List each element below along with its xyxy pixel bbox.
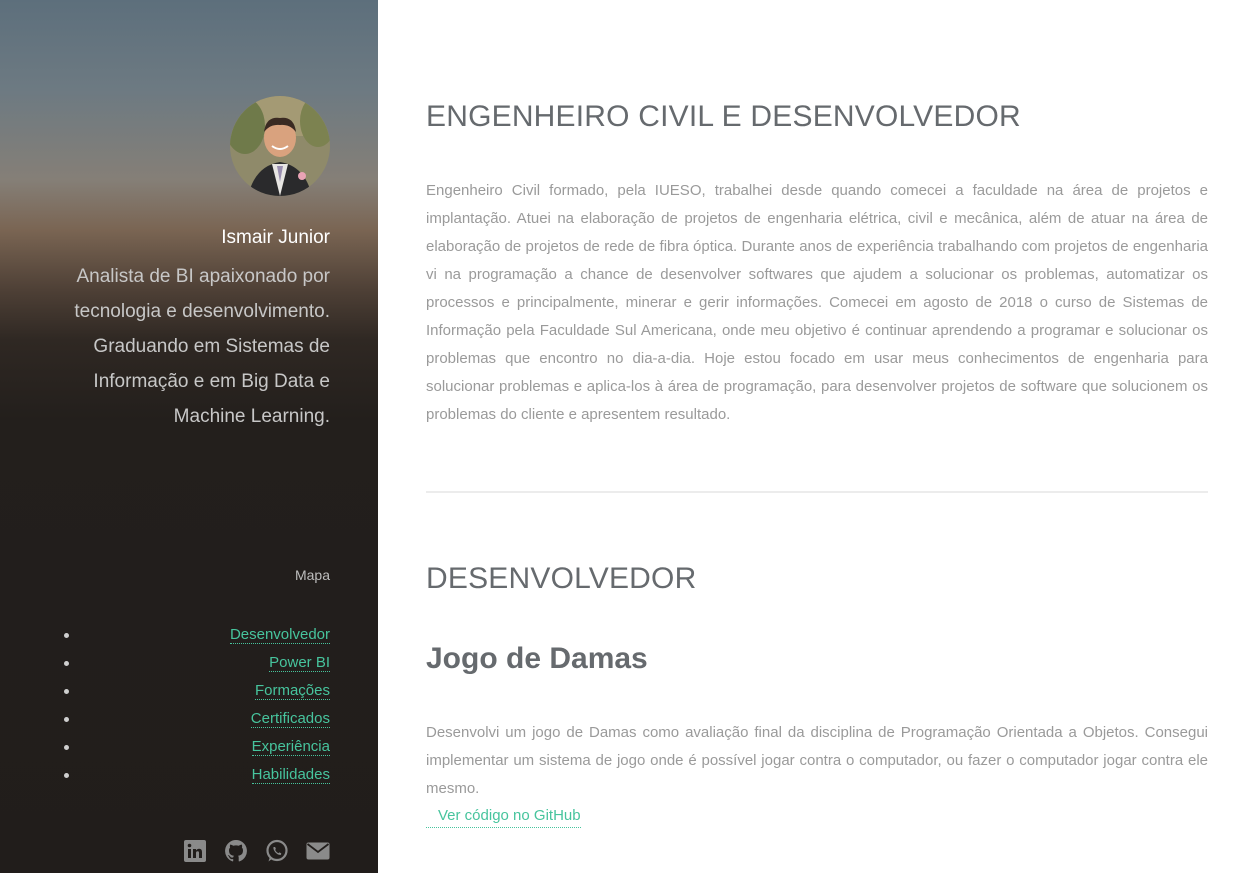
profile-bio: Analista de BI apaixonado por tecnologia… bbox=[74, 266, 330, 427]
nav-item-desenvolvedor: Desenvolvedor bbox=[40, 624, 330, 652]
bullet-icon bbox=[64, 717, 69, 722]
avatar bbox=[230, 96, 330, 196]
nav-link-formacoes[interactable]: Formações bbox=[254, 682, 330, 700]
linkedin-icon[interactable] bbox=[183, 839, 207, 863]
nav-link-desenvolvedor[interactable]: Desenvolvedor bbox=[229, 626, 330, 644]
section-divider bbox=[426, 491, 1208, 493]
developer-title: DESENVOLVEDOR bbox=[426, 562, 697, 595]
github-icon: ​ bbox=[426, 805, 437, 827]
github-link-label: Ver código no GitHub bbox=[438, 807, 581, 824]
email-icon[interactable] bbox=[306, 839, 330, 863]
nav-link-power-bi[interactable]: Power BI bbox=[269, 654, 330, 672]
project-title: Jogo de Damas bbox=[426, 642, 648, 675]
nav-link-habilidades[interactable]: Habilidades bbox=[251, 766, 330, 784]
sidebar: Ismair Junior Analista de BI apaixonado … bbox=[0, 0, 378, 873]
nav-item-power-bi: Power BI bbox=[40, 652, 330, 680]
bullet-icon bbox=[64, 773, 69, 778]
sidebar-nav: Desenvolvedor Power BI Formações Certifi… bbox=[40, 624, 330, 792]
bullet-icon bbox=[64, 661, 69, 666]
profile-name: Ismair Junior bbox=[221, 227, 330, 248]
bullet-icon bbox=[64, 633, 69, 638]
nav-item-experiencia: Experiência bbox=[40, 736, 330, 764]
bullet-icon bbox=[64, 745, 69, 750]
about-title: ENGENHEIRO CIVIL E DESENVOLVEDOR bbox=[426, 100, 1021, 133]
github-link[interactable]: ​Ver código no GitHub bbox=[426, 805, 581, 828]
github-icon[interactable] bbox=[224, 839, 248, 863]
about-text: Engenheiro Civil formado, pela IUESO, tr… bbox=[426, 182, 1208, 423]
nav-link-experiencia[interactable]: Experiência bbox=[251, 738, 330, 756]
map-label: Mapa bbox=[294, 567, 330, 583]
bullet-icon bbox=[64, 689, 69, 694]
nav-item-certificados: Certificados bbox=[40, 708, 330, 736]
nav-item-formacoes: Formações bbox=[40, 680, 330, 708]
nav-link-certificados[interactable]: Certificados bbox=[250, 710, 330, 728]
project-text: Desenvolvi um jogo de Damas como avaliaç… bbox=[426, 724, 1208, 797]
main-content: ENGENHEIRO CIVIL E DESENVOLVEDOR Engenhe… bbox=[426, 0, 1208, 873]
whatsapp-icon[interactable] bbox=[265, 839, 289, 863]
social-links bbox=[183, 839, 330, 863]
nav-item-habilidades: Habilidades bbox=[40, 764, 330, 792]
